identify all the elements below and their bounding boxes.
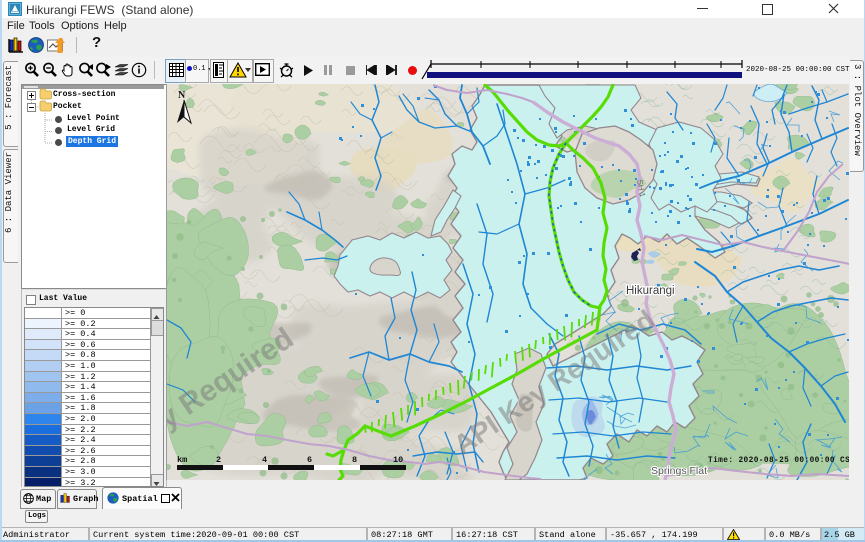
svg-text:Time: 2020-08-25 00:00:00 CST: Time: 2020-08-25 00:00:00 CST [708,457,849,465]
svg-text:6: 6 [307,455,312,465]
svg-text:4: 4 [262,455,267,465]
svg-text:km: km [177,455,187,465]
svg-text:Springs Flat: Springs Flat [651,465,707,477]
svg-text:Hikurangi: Hikurangi [626,285,675,297]
svg-text:10: 10 [393,455,403,465]
svg-text:8: 8 [352,455,357,465]
svg-text:N: N [178,90,186,101]
svg-text:2: 2 [216,455,221,465]
